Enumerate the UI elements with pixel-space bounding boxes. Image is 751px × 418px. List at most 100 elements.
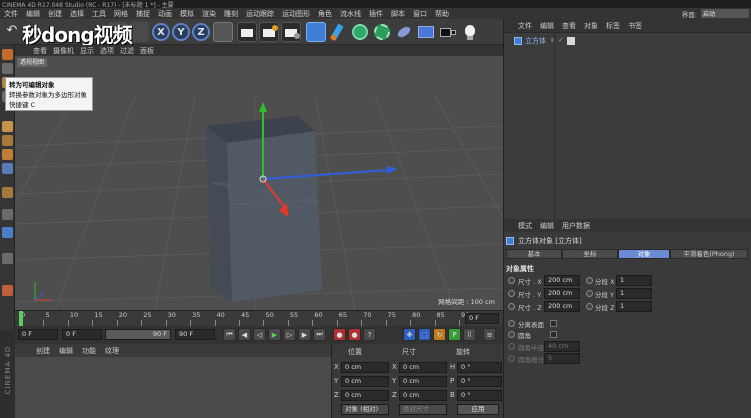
- prev-key-icon[interactable]: ◀: [238, 328, 251, 341]
- menu-file[interactable]: 文件: [4, 9, 18, 19]
- scale-key-icon[interactable]: ⬚: [418, 328, 431, 341]
- model-mode-icon[interactable]: [2, 63, 13, 74]
- size-x-field[interactable]: 200 cm: [544, 275, 580, 286]
- polygons-mode-icon[interactable]: [2, 149, 13, 160]
- fillet-subdivision-anim-dot[interactable]: [508, 355, 515, 362]
- fillet-radius-field[interactable]: 40 cm: [544, 341, 580, 352]
- interface-select[interactable]: 启动: [701, 9, 749, 18]
- coord-size-z-field[interactable]: 0 cm: [399, 390, 447, 401]
- attribute-menu-mode[interactable]: 模式: [518, 221, 532, 231]
- fillet-subdivision-field[interactable]: 5: [544, 353, 580, 364]
- object-menu-file[interactable]: 文件: [518, 21, 532, 31]
- end-frame-field[interactable]: 90 F: [175, 329, 215, 340]
- menu-render[interactable]: 渲染: [202, 9, 216, 19]
- workplane-lock-icon[interactable]: [2, 253, 13, 264]
- current-frame-field[interactable]: 0 F: [62, 329, 102, 340]
- menu-sculpt[interactable]: 雕刻: [224, 9, 238, 19]
- deformer-icon[interactable]: [394, 22, 414, 42]
- fillet-anim-dot[interactable]: [508, 331, 515, 338]
- camera-icon[interactable]: [438, 22, 458, 42]
- autokey-icon[interactable]: ●: [348, 328, 361, 341]
- coord-size-mode-select[interactable]: 绝对尺寸: [399, 404, 447, 415]
- edges-mode-icon[interactable]: [2, 135, 13, 146]
- playhead[interactable]: [19, 311, 23, 326]
- environment-icon[interactable]: [416, 22, 436, 42]
- undo-icon[interactable]: ↶: [2, 22, 22, 42]
- cube-primitive-icon[interactable]: [306, 22, 326, 42]
- menu-edit[interactable]: 编辑: [26, 9, 40, 19]
- menu-motion-tracking[interactable]: 运动跟踪: [246, 9, 274, 19]
- material-area[interactable]: [15, 357, 331, 418]
- segments-x-anim-dot[interactable]: [586, 277, 593, 284]
- start-frame-field[interactable]: 0 F: [18, 329, 58, 340]
- menu-window[interactable]: 窗口: [413, 9, 427, 19]
- material-menu-create[interactable]: 创建: [36, 346, 50, 356]
- coord-pos-y-field[interactable]: 0 cm: [341, 376, 389, 387]
- material-menu-function[interactable]: 功能: [82, 346, 96, 356]
- solo-icon[interactable]: [2, 227, 13, 238]
- fillet-radius-anim-dot[interactable]: [508, 343, 515, 350]
- array-generator-icon[interactable]: [372, 22, 392, 42]
- tab-phong[interactable]: 平滑着色(Phong): [670, 249, 748, 259]
- segments-y-field[interactable]: 1: [616, 288, 652, 299]
- menu-pipeline[interactable]: 流水线: [340, 9, 361, 19]
- menu-snap[interactable]: 捕捉: [136, 9, 150, 19]
- rotation-key-icon[interactable]: ↻: [433, 328, 446, 341]
- scale-tool-icon[interactable]: [129, 22, 149, 42]
- subdivision-surface-icon[interactable]: [350, 22, 370, 42]
- coord-rot-b-field[interactable]: 0 °: [457, 390, 502, 401]
- menu-tools[interactable]: 工具: [92, 9, 106, 19]
- preview-range-slider[interactable]: 90 F: [105, 329, 171, 340]
- position-key-icon[interactable]: ✥: [403, 328, 416, 341]
- render-picture-viewer-icon[interactable]: [259, 22, 279, 42]
- enabled-check-icon[interactable]: ✓: [558, 36, 564, 44]
- object-row-cube[interactable]: 立方体 ✓: [506, 36, 750, 46]
- tab-object[interactable]: 对象: [618, 249, 670, 259]
- size-y-field[interactable]: 200 cm: [544, 288, 580, 299]
- coord-rot-p-field[interactable]: 0 °: [457, 376, 502, 387]
- viewport-menu-camera[interactable]: 摄像机: [53, 46, 74, 56]
- separate-surfaces-anim-dot[interactable]: [508, 320, 515, 327]
- viewport-menu-display[interactable]: 显示: [80, 46, 94, 56]
- prev-frame-icon[interactable]: ◁: [253, 328, 266, 341]
- parameter-key-icon[interactable]: P: [448, 328, 461, 341]
- record-icon[interactable]: ●: [333, 328, 346, 341]
- coord-size-x-field[interactable]: 0 cm: [399, 362, 447, 373]
- y-axis-lock-button[interactable]: Y: [172, 23, 190, 41]
- object-menu-view[interactable]: 查看: [562, 21, 576, 31]
- goto-end-icon[interactable]: ⏭: [313, 328, 326, 341]
- play-icon[interactable]: ▶: [268, 328, 281, 341]
- timeline-ruler[interactable]: 051015202530354045505560657075808590 0 F: [15, 310, 503, 326]
- viewport-menu-panel[interactable]: 面板: [140, 46, 154, 56]
- z-axis-lock-button[interactable]: Z: [192, 23, 210, 41]
- viewport-menu-options[interactable]: 选项: [100, 46, 114, 56]
- menu-help[interactable]: 帮助: [435, 9, 449, 19]
- menu-script[interactable]: 脚本: [391, 9, 405, 19]
- object-name[interactable]: 立方体: [525, 36, 546, 46]
- x-axis-lock-button[interactable]: X: [152, 23, 170, 41]
- menu-simulate[interactable]: 模拟: [180, 9, 194, 19]
- coord-pos-z-field[interactable]: 0 cm: [341, 390, 389, 401]
- tab-coordinates[interactable]: 坐标: [562, 249, 618, 259]
- size-y-anim-dot[interactable]: [508, 290, 515, 297]
- segments-z-field[interactable]: 1: [616, 301, 652, 312]
- attribute-menu-edit[interactable]: 编辑: [540, 221, 554, 231]
- goto-start-icon[interactable]: ⏮: [223, 328, 236, 341]
- apply-button[interactable]: 应用: [457, 404, 499, 415]
- menu-mesh[interactable]: 网格: [114, 9, 128, 19]
- object-menu-object[interactable]: 对象: [584, 21, 598, 31]
- next-frame-icon[interactable]: ▷: [283, 328, 296, 341]
- segments-y-anim-dot[interactable]: [586, 290, 593, 297]
- segments-z-anim-dot[interactable]: [586, 303, 593, 310]
- pen-spline-icon[interactable]: [328, 22, 348, 42]
- object-menu-edit[interactable]: 编辑: [540, 21, 554, 31]
- tweak-mode-icon[interactable]: [2, 187, 13, 198]
- render-view-icon[interactable]: [237, 22, 257, 42]
- size-x-anim-dot[interactable]: [508, 277, 515, 284]
- keyframe-selection-icon[interactable]: ?: [363, 328, 376, 341]
- fillet-checkbox[interactable]: [550, 331, 557, 338]
- points-mode-icon[interactable]: [2, 121, 13, 132]
- material-menu-texture[interactable]: 纹理: [105, 346, 119, 356]
- segments-x-field[interactable]: 1: [616, 275, 652, 286]
- tab-basic[interactable]: 基本: [506, 249, 562, 259]
